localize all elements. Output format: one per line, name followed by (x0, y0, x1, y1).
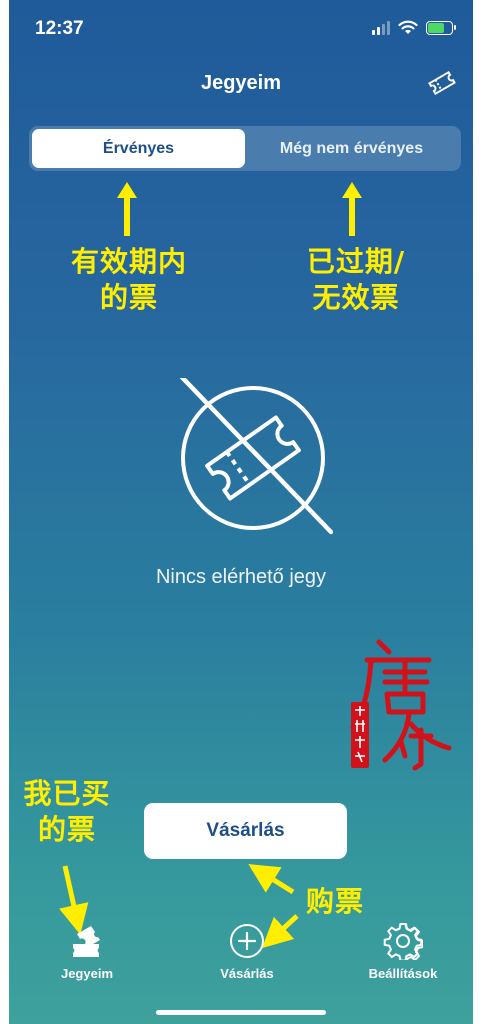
annotation-valid-line1: 有效期内 (70, 245, 187, 278)
segment-not-yet-valid[interactable]: Még nem érvényes (245, 129, 458, 168)
signal-icon (372, 20, 390, 35)
annotation-valid-line2: 的票 (99, 281, 158, 314)
annotation-arrow-valid (117, 182, 137, 236)
page-title: Jegyeim (200, 72, 282, 94)
annotation-mine: 我已买 的票 (11, 776, 123, 848)
annotation-buy: 购票 (305, 885, 364, 918)
ticket-icon[interactable] (427, 70, 457, 96)
plus-circle-icon (230, 924, 264, 958)
tab-bar: Jegyeim Vásárlás Beállítások (9, 920, 473, 990)
ticket-filter-segment: Érvényes Még nem érvényes (29, 126, 461, 171)
tab-my-tickets-label: Jegyeim (60, 966, 114, 981)
home-indicator (156, 1010, 326, 1015)
tickets-icon (73, 926, 100, 957)
annotation-arrow-expired (342, 182, 362, 236)
annotation-mine-line1: 我已买 (23, 777, 111, 810)
tab-settings-label: Beállítások (368, 966, 438, 981)
no-ticket-icon (179, 378, 333, 535)
battery-icon (426, 20, 456, 35)
annotation-valid: 有效期内 的票 (49, 244, 209, 316)
annotation-expired-line2: 无效票 (312, 281, 400, 314)
gear-icon (383, 923, 423, 960)
annotation-expired-line1: 已过期/ (306, 245, 406, 278)
tab-settings[interactable]: Beállítások (343, 920, 463, 981)
empty-state-message: Nincs elérhető jegy (155, 566, 327, 588)
arrow-to-buy-button (248, 864, 295, 895)
annotation-expired: 已过期/ 无效票 (281, 244, 431, 316)
status-icons (372, 20, 456, 35)
tab-purchase[interactable]: Vásárlás (187, 920, 307, 981)
tab-purchase-label: Vásárlás (220, 966, 274, 981)
arrow-to-my-tickets (59, 865, 89, 935)
tab-my-tickets[interactable]: Jegyeim (27, 920, 147, 981)
wifi-icon (398, 20, 418, 34)
segment-valid[interactable]: Érvényes (32, 129, 245, 168)
watermark-logo (350, 639, 452, 771)
buy-ticket-button[interactable]: Vásárlás (144, 803, 347, 859)
app-screen: 12:37 Jegyeim Érvényes Még nem érvényes … (9, 0, 473, 1024)
annotation-mine-line2: 的票 (37, 813, 96, 846)
status-time: 12:37 (35, 18, 84, 39)
